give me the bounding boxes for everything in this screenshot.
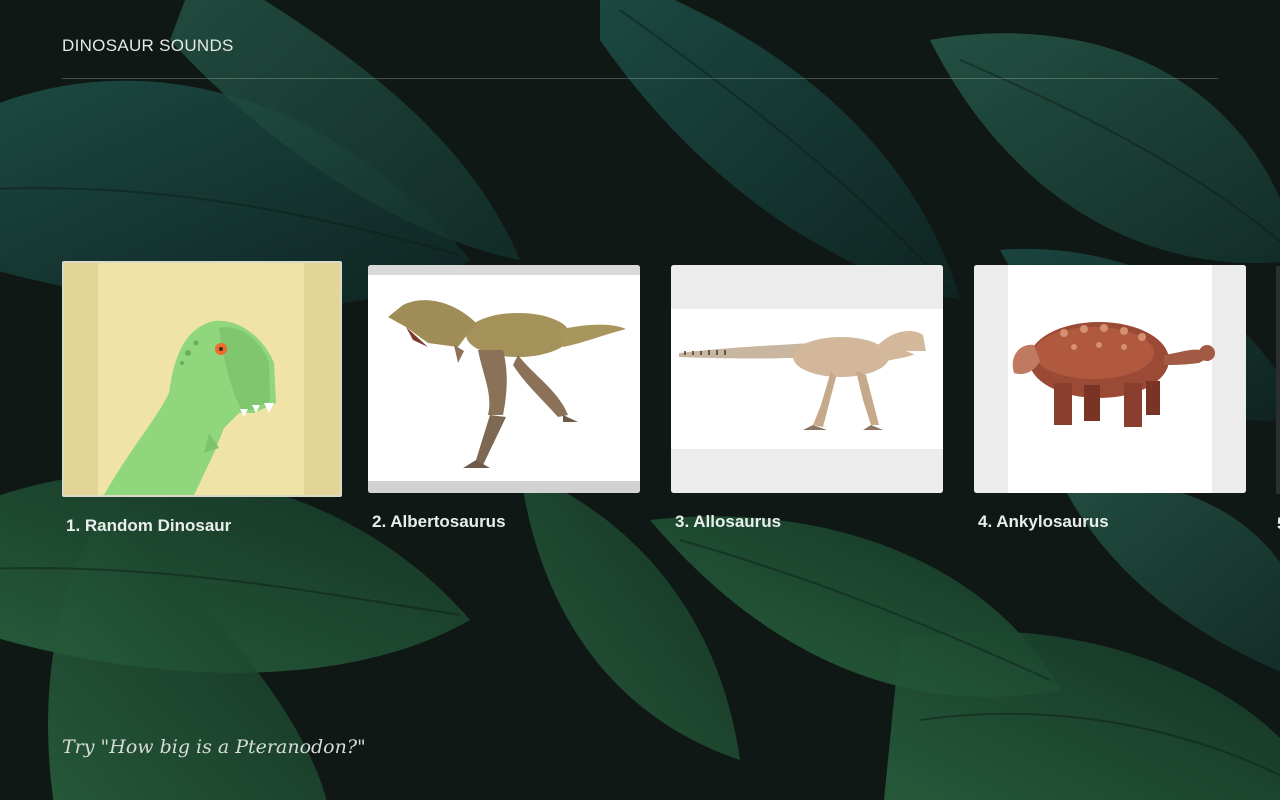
page-title: DINOSAUR SOUNDS bbox=[62, 36, 234, 55]
card-peek[interactable] bbox=[1276, 266, 1280, 494]
card-albertosaurus[interactable]: 2. Albertosaurus bbox=[368, 265, 642, 532]
card-allosaurus[interactable]: 3. Allosaurus bbox=[671, 265, 945, 532]
albertosaurus-icon bbox=[368, 265, 640, 493]
card-thumbnail bbox=[368, 265, 640, 493]
screen: DINOSAUR SOUNDS 1. Random Dinosaur 2. Al… bbox=[0, 0, 1280, 800]
card-thumbnail bbox=[671, 265, 943, 493]
card-label: 4. Ankylosaurus bbox=[978, 512, 1109, 531]
card-thumbnail bbox=[62, 261, 342, 497]
header-divider bbox=[62, 78, 1218, 79]
card-label: 1. Random Dinosaur bbox=[66, 516, 232, 535]
card-ankylosaurus[interactable]: 4. Ankylosaurus bbox=[974, 265, 1248, 532]
ankylosaurus-icon bbox=[974, 265, 1246, 493]
allosaurus-icon bbox=[671, 265, 943, 493]
card-thumbnail bbox=[974, 265, 1246, 493]
card-random-dinosaur[interactable]: 1. Random Dinosaur bbox=[62, 261, 342, 536]
card-label: 3. Allosaurus bbox=[675, 512, 782, 531]
voice-hint: Try "How big is a Pteranodon?" bbox=[62, 736, 366, 758]
cartoon-trex-icon bbox=[64, 263, 340, 495]
card-label: 2. Albertosaurus bbox=[372, 512, 506, 531]
